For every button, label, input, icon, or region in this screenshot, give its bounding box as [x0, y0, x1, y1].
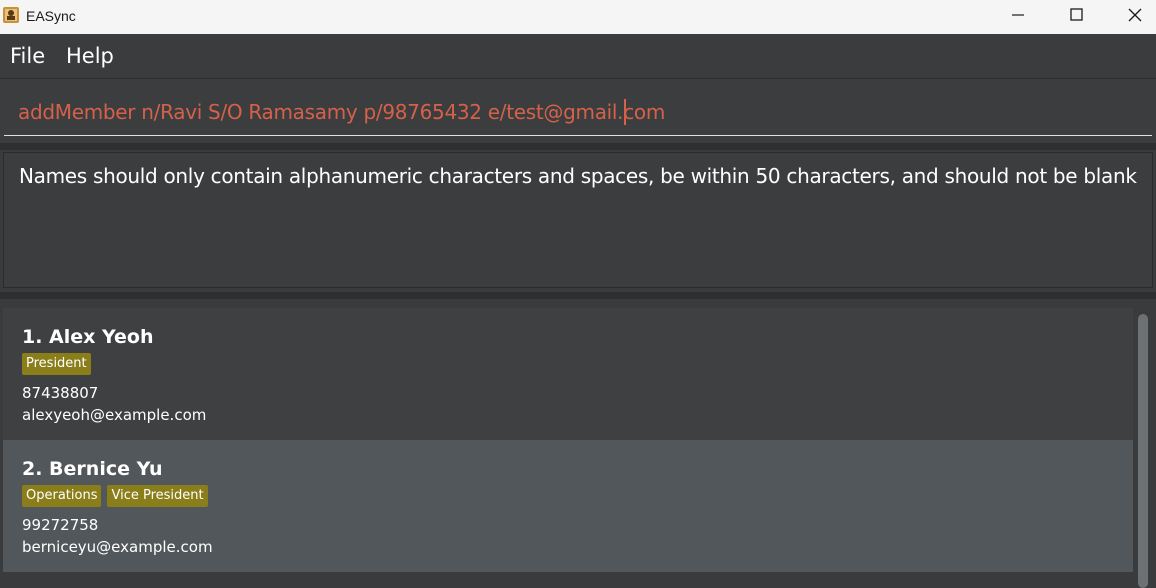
- maximize-button[interactable]: [1048, 0, 1106, 30]
- maximize-icon: [1070, 8, 1083, 21]
- member-name: 2. Bernice Yu: [22, 458, 163, 480]
- member-tag: Operations: [22, 485, 102, 507]
- window-title: EASync: [26, 8, 76, 24]
- member-email: alexyeoh@example.com: [22, 406, 207, 424]
- member-tags: President: [22, 353, 91, 375]
- divider: [0, 292, 1156, 299]
- close-button[interactable]: [1106, 0, 1156, 30]
- text-caret: [624, 99, 626, 125]
- menu-help[interactable]: Help: [66, 44, 114, 68]
- member-card[interactable]: 1. Alex Yeoh President 87438807 alexyeoh…: [3, 308, 1133, 440]
- title-bar: EASync: [0, 0, 1156, 34]
- result-message: Names should only contain alphanumeric c…: [19, 164, 1137, 188]
- member-phone: 99272758: [22, 516, 99, 534]
- minimize-button[interactable]: [990, 0, 1048, 30]
- command-underline: [4, 135, 1152, 136]
- scrollbar-thumb[interactable]: [1138, 314, 1148, 588]
- member-phone: 87438807: [22, 384, 99, 402]
- member-tag: Vice President: [107, 485, 208, 507]
- member-tags: Operations Vice President: [22, 485, 208, 507]
- member-email: berniceyu@example.com: [22, 538, 213, 556]
- divider: [0, 143, 1156, 150]
- result-display[interactable]: Names should only contain alphanumeric c…: [3, 152, 1153, 288]
- command-input[interactable]: addMember n/Ravi S/O Ramasamy p/98765432…: [18, 100, 665, 124]
- menu-bar: File Help: [0, 34, 1156, 79]
- command-box: addMember n/Ravi S/O Ramasamy p/98765432…: [0, 79, 1156, 142]
- app-icon: [3, 7, 19, 23]
- menu-file[interactable]: File: [10, 44, 45, 68]
- member-card-selected[interactable]: 2. Bernice Yu Operations Vice President …: [3, 440, 1133, 572]
- member-tag: President: [22, 353, 91, 375]
- member-name: 1. Alex Yeoh: [22, 326, 154, 348]
- close-icon: [1128, 8, 1142, 22]
- minimize-icon: [1012, 14, 1024, 16]
